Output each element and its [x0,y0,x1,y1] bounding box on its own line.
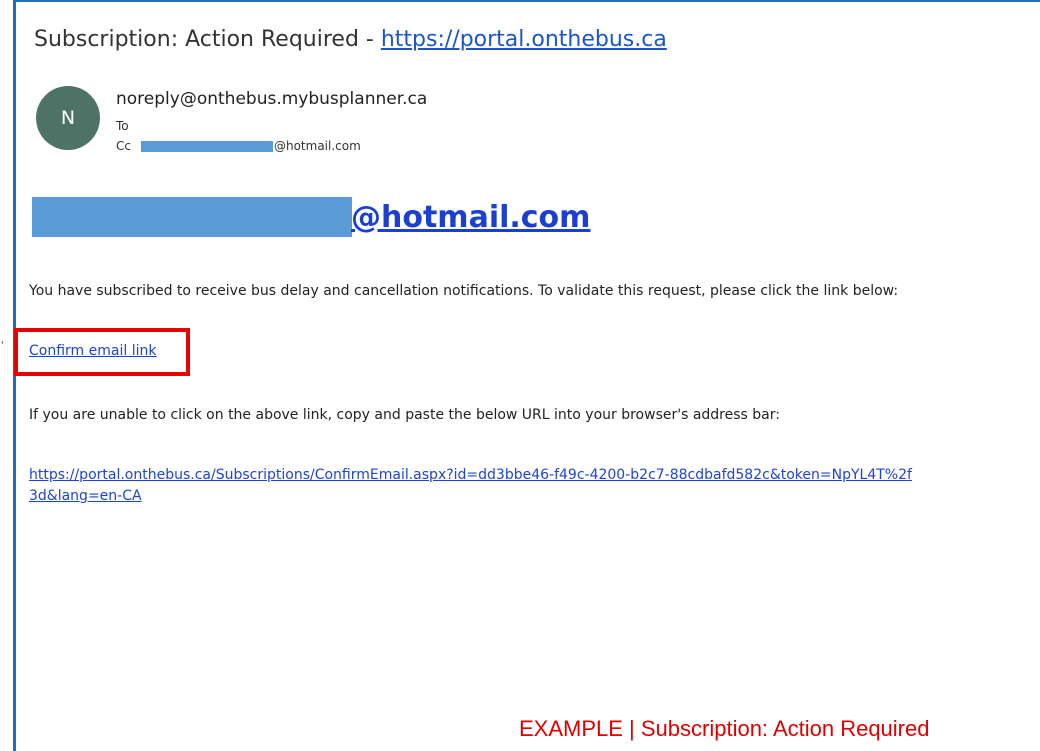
to-label: To [116,119,129,133]
recipient-heading: @hotmail.com [32,193,590,237]
margin-mark: ' [1,340,4,351]
example-caption: EXAMPLE | Subscription: Action Required [519,716,930,741]
sender-address[interactable]: noreply@onthebus.mybusplanner.ca [116,89,427,109]
recipient-email-link[interactable]: @hotmail.com [351,199,590,237]
cc-redaction [140,140,273,152]
cc-address-suffix[interactable]: @hotmail.com [274,139,361,153]
url-line-1: https://portal.onthebus.ca/Subscriptions… [29,467,912,483]
sender-avatar[interactable]: N [36,86,100,150]
email-subject: Subscription: Action Required - https://… [34,27,667,52]
to-line: To [116,119,129,133]
url-line-2: 3d&lang=en-CA [29,488,142,504]
cc-line: Cc @hotmail.com [116,139,361,153]
recipient-redaction [32,197,352,237]
confirm-email-link[interactable]: Confirm email link [29,343,156,359]
subject-portal-link[interactable]: https://portal.onthebus.ca [381,27,667,52]
subject-text: Subscription: Action Required - [34,27,381,52]
avatar-initial: N [60,107,76,129]
cc-label: Cc [116,139,131,153]
body-fallback: If you are unable to click on the above … [29,407,780,423]
confirm-url-link[interactable]: https://portal.onthebus.ca/Subscriptions… [29,465,1040,507]
body-intro: You have subscribed to receive bus delay… [29,283,899,299]
window-top-border [13,0,1040,2]
